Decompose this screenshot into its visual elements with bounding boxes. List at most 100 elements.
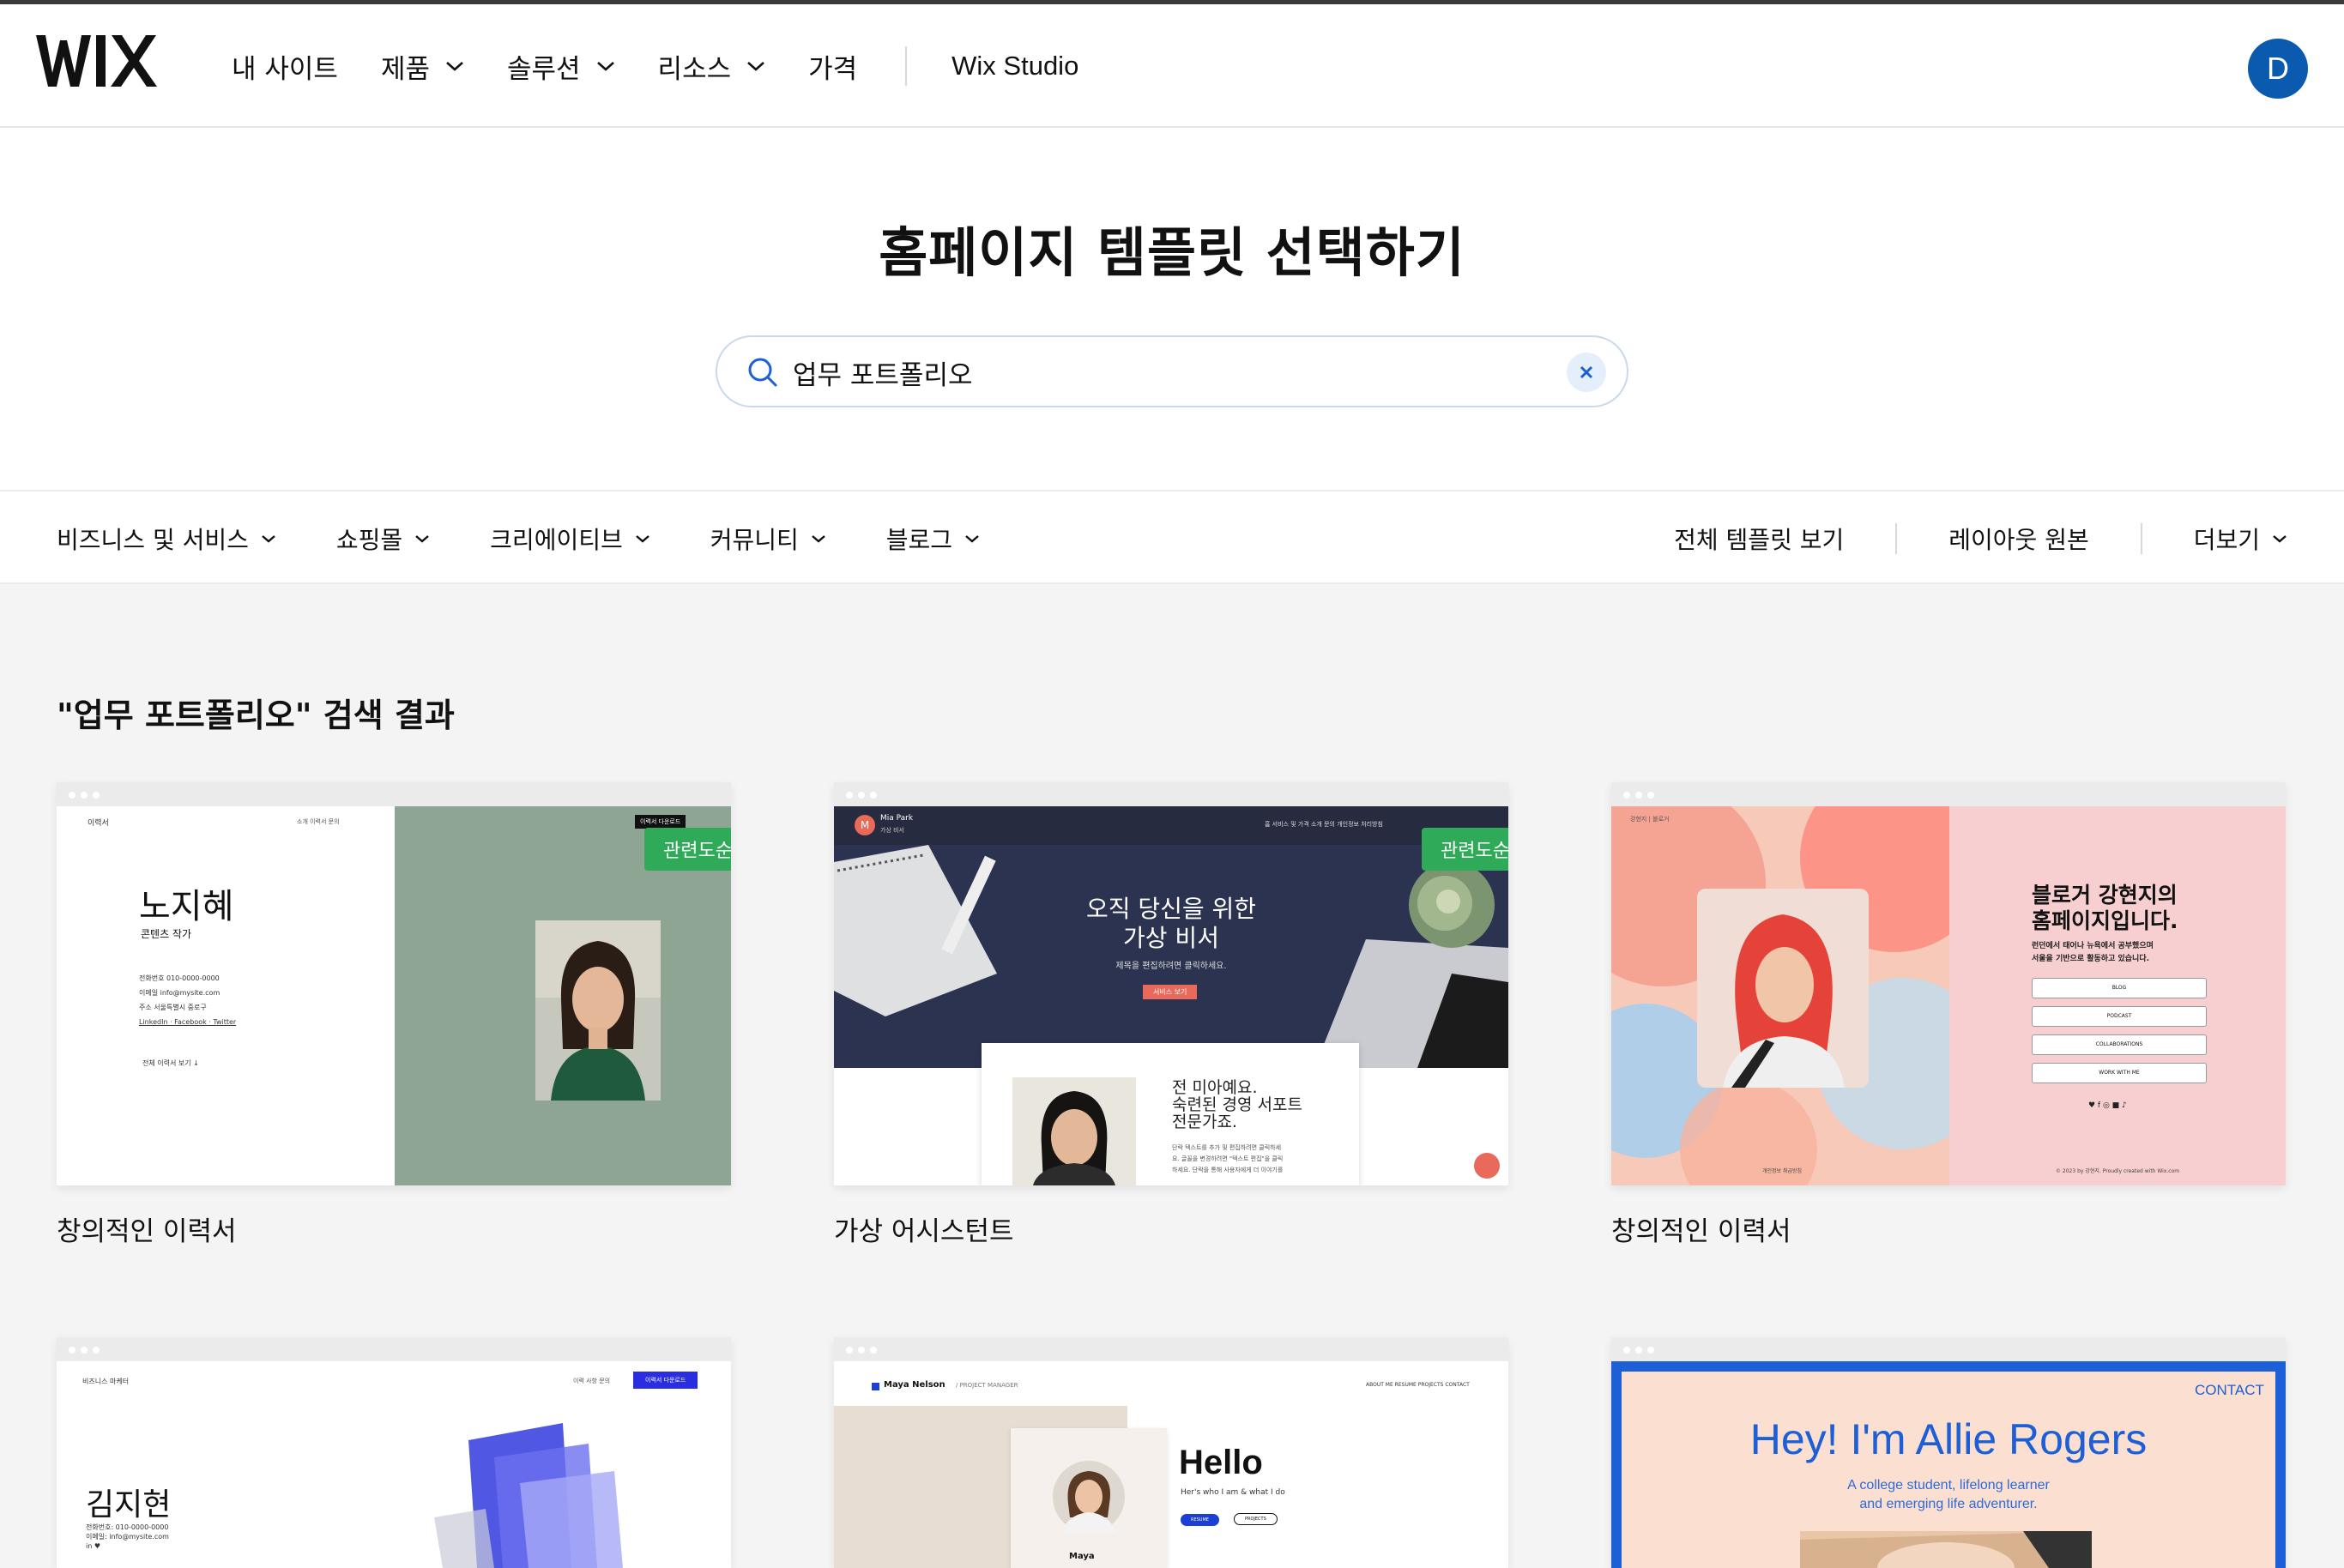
browser-bar bbox=[1611, 782, 2286, 806]
template-card[interactable]: Maya Nelson / PROJECT MANAGER ABOUT ME R… bbox=[834, 1337, 1508, 1568]
preview-subtitle: 런던에서 태어나 뉴욕에서 공부했으며 서울을 기반으로 활동하고 있습니다. bbox=[2032, 940, 2154, 966]
preview-headline: 가상 비서 bbox=[1123, 924, 1219, 952]
preview-more-link: 전체 이력서 보기 ↓ bbox=[142, 1059, 199, 1067]
category-business[interactable]: 비즈니스 및 서비스 bbox=[57, 522, 276, 556]
preview-name: 김지현 bbox=[86, 1487, 172, 1523]
preview-info-line: 전화번호 010-0000-0000 bbox=[139, 974, 220, 982]
preview-social-icons: ♥ f ◎ ■ ♪ bbox=[2088, 1101, 2127, 1110]
template-card[interactable]: 비즈니스 마케터 이력 사항 문의 이력서 다운로드 김지현 전화번호: 010… bbox=[57, 1337, 731, 1568]
nav-products-label: 제품 bbox=[380, 53, 430, 85]
preview-headline-line: 블로거 강현지의 bbox=[2032, 883, 2178, 908]
browser-bar bbox=[1611, 1337, 2286, 1361]
avatar-initial: D bbox=[2267, 51, 2289, 86]
preview-role: 콘텐츠 작가 bbox=[141, 928, 192, 940]
preview-logo-circle: M bbox=[855, 815, 875, 835]
search-input[interactable] bbox=[793, 349, 1548, 395]
preview-headline-line: 홈페이지입니다. bbox=[2032, 908, 2178, 933]
layouts-link[interactable]: 레이아웃 원본 bbox=[1948, 522, 2088, 556]
template-thumbnail[interactable]: Maya Nelson / PROJECT MANAGER ABOUT ME R… bbox=[834, 1337, 1508, 1568]
category-blog-label: 블로그 bbox=[885, 526, 953, 554]
nav-wix-studio-label: Wix Studio bbox=[951, 51, 1079, 81]
allie-photo-image bbox=[1800, 1531, 2092, 1568]
preview-info-line: LinkedIn · Facebook · Twitter bbox=[139, 1018, 237, 1026]
nav-my-sites[interactable]: 내 사이트 bbox=[232, 47, 338, 86]
preview-link-button: COLLABORATIONS bbox=[2032, 1034, 2207, 1055]
preview-sub: Her's who I am & what I do bbox=[1181, 1488, 1285, 1497]
view-all-templates-link[interactable]: 전체 템플릿 보기 bbox=[1674, 522, 1844, 556]
user-avatar[interactable]: D bbox=[2248, 39, 2308, 99]
category-blog[interactable]: 블로그 bbox=[886, 522, 980, 556]
preview-sub: A college student, lifelong learner bbox=[1847, 1478, 2050, 1493]
abstract-blue-glass-image bbox=[434, 1423, 623, 1568]
preview-contact-link: CONTACT bbox=[2195, 1382, 2264, 1398]
template-card[interactable]: 강현지 | 블로거 블로거 강현지의 홈페이지입니다. 런던에서 태어나 뉴욕에… bbox=[1611, 782, 2286, 1247]
nav-wix-studio[interactable]: Wix Studio bbox=[951, 51, 1078, 81]
preview-intro-line: 숙련된 경영 서포트 bbox=[1172, 1095, 1302, 1114]
template-thumbnail[interactable]: 강현지 | 블로거 블로거 강현지의 홈페이지입니다. 런던에서 태어나 뉴욕에… bbox=[1611, 782, 2286, 1185]
preview-footer-right: © 2023 by 강현지. Proudly created with Wix.… bbox=[2056, 1168, 2180, 1174]
preview-contact-info: 전화번호: 010-0000-0000 이메일: info@mysite.com… bbox=[86, 1523, 169, 1551]
chevron-down-icon bbox=[747, 62, 764, 71]
template-thumbnail[interactable]: 비즈니스 마케터 이력 사항 문의 이력서 다운로드 김지현 전화번호: 010… bbox=[57, 1337, 731, 1568]
category-community-label: 커뮤니티 bbox=[710, 526, 799, 554]
chevron-down-icon bbox=[812, 535, 825, 543]
preview-headline: Hey! I'm Allie Rogers bbox=[1749, 1415, 2148, 1463]
category-business-label: 비즈니스 및 서비스 bbox=[57, 526, 249, 554]
preview-site-header bbox=[834, 806, 1508, 845]
preview-download-button: 이력서 다운로드 bbox=[633, 1372, 698, 1389]
template-thumbnail[interactable]: M Mia Park 가상 비서 홈 서비스 및 가격 소개 문의 개인정보 처… bbox=[834, 782, 1508, 1185]
browser-bar bbox=[834, 782, 1508, 806]
template-thumbnail[interactable]: 이력서 소개 이력서 문의 이력서 다운로드 노지혜 콘텐츠 작가 전화번호 0… bbox=[57, 782, 731, 1185]
browser-bar bbox=[57, 782, 731, 806]
results-query: "업무 포트폴리오" bbox=[57, 697, 312, 734]
category-creative[interactable]: 크리에이티브 bbox=[490, 522, 650, 556]
wix-logo[interactable] bbox=[36, 28, 166, 95]
preview-link-button: PODCAST bbox=[2032, 1006, 2207, 1027]
relevance-badge: 관련도순 bbox=[644, 828, 731, 871]
template-title[interactable]: 가상 어시스턴트 bbox=[834, 1209, 1014, 1248]
preview-footer-left: 개인정보 취급방침 bbox=[1762, 1168, 1803, 1174]
search-icon bbox=[748, 358, 777, 387]
more-dropdown[interactable]: 더보기 bbox=[2194, 522, 2287, 556]
category-list: 비즈니스 및 서비스 쇼핑몰 크리에이티브 커뮤니티 블로그 bbox=[57, 492, 1040, 586]
preview-info-line: 이메일 info@mysite.com bbox=[139, 989, 221, 997]
results-heading: "업무 포트폴리오" 검색 결과 bbox=[57, 689, 455, 736]
page-title: 홈페이지 템플릿 선택하기 bbox=[879, 221, 1465, 284]
relevance-badge-label: 관련도순 bbox=[1441, 841, 1508, 862]
preview-name: 노지혜 bbox=[139, 887, 234, 926]
chevron-down-icon bbox=[262, 535, 275, 543]
clear-search-button[interactable] bbox=[1567, 353, 1606, 392]
preview-download-button: 이력서 다운로드 bbox=[635, 815, 686, 829]
category-bar: 비즈니스 및 서비스 쇼핑몰 크리에이티브 커뮤니티 블로그 전체 템플릿 보기… bbox=[0, 490, 2344, 584]
category-community[interactable]: 커뮤니티 bbox=[710, 522, 826, 556]
template-card[interactable]: M Mia Park 가상 비서 홈 서비스 및 가격 소개 문의 개인정보 처… bbox=[834, 782, 1508, 1247]
category-shop[interactable]: 쇼핑몰 bbox=[336, 522, 430, 556]
chevron-down-icon bbox=[446, 62, 463, 71]
template-title[interactable]: 창의적인 이력서 bbox=[57, 1209, 237, 1248]
search-bar[interactable] bbox=[716, 335, 1628, 407]
nav-resources[interactable]: 리소스 bbox=[658, 47, 766, 86]
preview-site-label: 비즈니스 마케터 bbox=[82, 1378, 130, 1385]
chat-icon bbox=[1474, 1153, 1500, 1179]
preview-link-button: WORK WITH ME bbox=[2032, 1063, 2207, 1083]
preview-projects-button: PROJECTS bbox=[1234, 1513, 1278, 1525]
relevance-badge-label: 관련도순 bbox=[663, 841, 731, 862]
preview-body-line: 단락 텍스트를 추가 및 편집하려면 클릭하세 bbox=[1172, 1144, 1282, 1151]
main-nav: 내 사이트 제품 솔루션 리소스 가격 Wix Studio bbox=[232, 4, 1121, 128]
template-thumbnail[interactable]: CONTACT Hey! I'm Allie Rogers A college … bbox=[1611, 1337, 2286, 1568]
preview-info-line: 주소 서울특별시 중로구 bbox=[139, 1004, 207, 1011]
template-title[interactable]: 창의적인 이력서 bbox=[1611, 1209, 1791, 1248]
template-card[interactable]: 이력서 소개 이력서 문의 이력서 다운로드 노지혜 콘텐츠 작가 전화번호 0… bbox=[57, 782, 731, 1247]
preview-site-label: 강현지 | 블로거 bbox=[1630, 816, 1670, 823]
template-card[interactable]: CONTACT Hey! I'm Allie Rogers A college … bbox=[1611, 1337, 2286, 1568]
preview-subtitle: 제목을 편집하려면 클릭하세요. bbox=[1115, 962, 1227, 971]
assistant-portrait-image bbox=[1012, 1077, 1136, 1185]
hero-section: 홈페이지 템플릿 선택하기 bbox=[0, 128, 2344, 490]
nav-pricing[interactable]: 가격 bbox=[808, 47, 857, 86]
preview-cta-button: 서비스 보기 bbox=[1143, 985, 1198, 999]
preview-brand-sub: 가상 비서 bbox=[880, 827, 904, 834]
nav-products[interactable]: 제품 bbox=[381, 47, 464, 86]
preview-headline: 블로거 강현지의 홈페이지입니다. bbox=[2032, 883, 2178, 934]
nav-resources-label: 리소스 bbox=[657, 53, 732, 85]
nav-solutions[interactable]: 솔루션 bbox=[507, 47, 615, 86]
